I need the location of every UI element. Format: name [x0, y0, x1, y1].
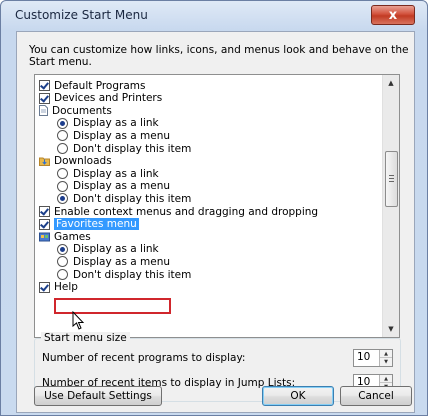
radio-button[interactable] [57, 117, 68, 129]
list-item: Downloads [39, 155, 112, 168]
scroll-up-button[interactable]: ▲ [383, 75, 399, 91]
item-label: Documents [52, 104, 112, 117]
close-button[interactable]: x [371, 5, 415, 25]
description-text: You can customize how links, icons, and … [29, 44, 409, 68]
item-label: Display as a menu [73, 255, 171, 268]
list-item[interactable]: Display as a menu [57, 180, 170, 193]
item-label: Enable context menus and dragging and dr… [54, 205, 319, 218]
list-item[interactable]: Display as a menu [57, 129, 170, 142]
radio-button[interactable] [57, 269, 68, 280]
radio-button[interactable] [57, 193, 68, 205]
item-label: Don't display this item [73, 142, 192, 155]
grip-icon [389, 175, 394, 182]
window-title: Customize Start Menu [15, 8, 148, 22]
item-label: Favorites menu [54, 218, 139, 231]
item-label: Display as a link [73, 243, 159, 256]
checkbox[interactable] [39, 80, 50, 91]
spin-up-icon[interactable]: ▲ [380, 350, 392, 358]
list-item[interactable]: Enable context menus and dragging and dr… [39, 205, 318, 218]
item-label: Display as a menu [73, 129, 171, 142]
item-label: Display as a menu [73, 180, 171, 193]
spin-up-icon[interactable]: ▲ [380, 375, 392, 383]
item-label: Devices and Printers [54, 92, 163, 105]
checkbox[interactable] [39, 218, 50, 230]
list-item: Documents [39, 104, 112, 117]
list-item[interactable]: Help [39, 281, 78, 294]
checkbox[interactable] [39, 281, 50, 293]
ok-button[interactable]: OK [262, 386, 334, 406]
list-item[interactable]: Display as a menu [57, 255, 170, 268]
item-label: Display as a link [73, 167, 159, 180]
radio-button[interactable] [57, 256, 68, 268]
scroll-thumb[interactable] [385, 151, 398, 207]
group-label: Start menu size [41, 332, 130, 344]
checkbox[interactable] [39, 92, 50, 104]
radio-button[interactable] [57, 168, 68, 180]
folder-icon [39, 156, 54, 167]
item-label: Don't display this item [73, 192, 192, 205]
spinner-buttons: ▲ ▼ [379, 350, 392, 366]
list-item[interactable]: Don't display this item [57, 142, 191, 155]
mouse-cursor-icon [72, 311, 85, 330]
document-icon [39, 105, 52, 117]
radio-button[interactable] [57, 130, 68, 142]
title-bar[interactable]: Customize Start Menu x [1, 1, 427, 31]
list-item[interactable]: Display as a link [57, 167, 159, 180]
list-item: Games [39, 230, 91, 243]
item-label: Display as a link [73, 117, 159, 130]
list-item[interactable]: Don't display this item [57, 192, 191, 205]
options-list[interactable]: Default Programs Devices and Printers Docu… [34, 74, 400, 338]
item-label: Downloads [54, 155, 112, 168]
vertical-scrollbar[interactable]: ▲ ▼ [382, 75, 399, 337]
cancel-button[interactable]: Cancel [340, 386, 412, 406]
item-label: Games [54, 230, 91, 243]
close-icon: x [388, 7, 398, 23]
radio-button[interactable] [57, 143, 68, 154]
list-item[interactable]: Default Programs [39, 79, 145, 92]
radio-button[interactable] [57, 243, 68, 255]
list-item[interactable]: Devices and Printers [39, 92, 162, 105]
recent-programs-spinner[interactable]: 10 ▲ ▼ [353, 349, 393, 367]
scroll-down-button[interactable]: ▼ [383, 321, 399, 337]
spin-down-icon[interactable]: ▼ [380, 358, 392, 366]
checkbox[interactable] [39, 206, 50, 217]
list-item[interactable]: Favorites menu [39, 218, 139, 231]
use-default-settings-button[interactable]: Use Default Settings [34, 386, 162, 406]
item-label: Don't display this item [73, 268, 192, 281]
item-label: Help [54, 281, 78, 294]
list-item[interactable]: Don't display this item [57, 268, 191, 281]
radio-button[interactable] [57, 180, 68, 192]
recent-programs-value[interactable]: 10 [357, 351, 370, 363]
list-item[interactable]: Display as a link [57, 243, 159, 256]
recent-programs-label: Number of recent programs to display: [42, 352, 246, 364]
games-icon [39, 232, 54, 242]
list-item[interactable]: Display as a link [57, 117, 159, 130]
customize-start-menu-dialog: Customize Start Menu x You can customize… [0, 0, 428, 416]
item-label: Default Programs [54, 79, 146, 92]
dialog-body: You can customize how links, icons, and … [16, 31, 415, 413]
